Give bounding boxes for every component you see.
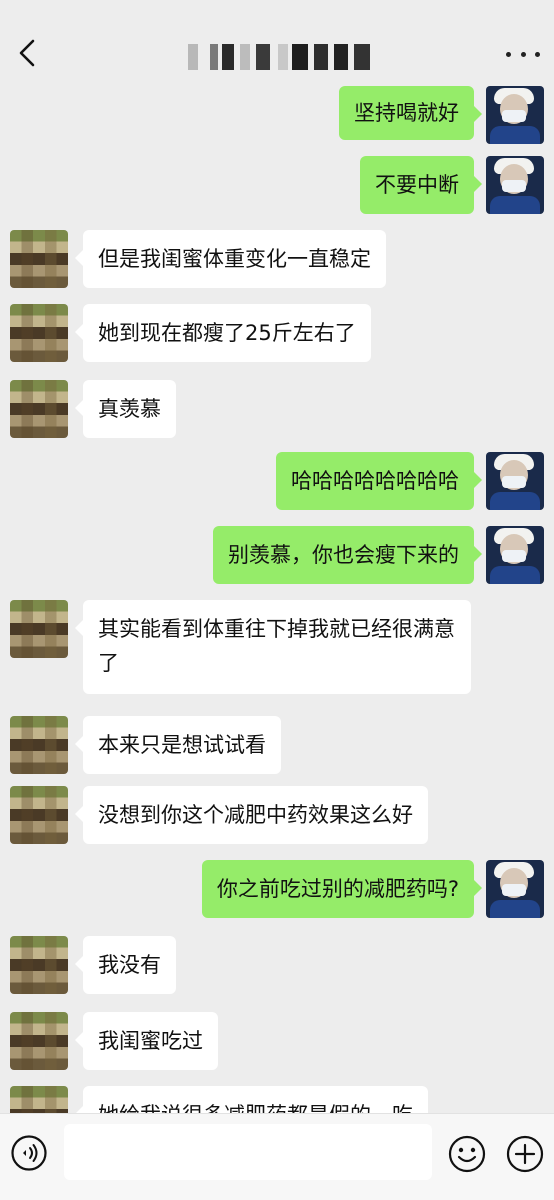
contact-avatar[interactable] [10,716,68,774]
chat-title [188,44,378,70]
message-bubble[interactable]: 没想到你这个减肥中药效果这么好 [75,786,428,844]
message-bubble[interactable]: 真羡慕 [75,380,176,438]
more-dots-icon[interactable] [506,46,540,62]
message-bubble[interactable]: 她给我说很多减肥药都是假的，吃 [75,1086,428,1114]
chat-header [0,0,554,90]
message-bubble[interactable]: 坚持喝就好 [339,86,482,140]
message-bubble[interactable]: 但是我闺蜜体重变化一直稳定 [75,230,386,288]
my-avatar[interactable] [486,526,544,584]
my-avatar[interactable] [486,452,544,510]
plus-icon[interactable] [505,1134,545,1174]
message-bubble[interactable]: 不要中断 [360,156,482,214]
contact-avatar[interactable] [10,936,68,994]
contact-avatar[interactable] [10,230,68,288]
message-bubble[interactable]: 别羡慕，你也会瘦下来的 [213,526,482,584]
message-bubble[interactable]: 哈哈哈哈哈哈哈哈 [276,452,482,510]
contact-avatar[interactable] [10,600,68,658]
chat-input-bar [0,1113,554,1200]
message-bubble[interactable]: 其实能看到体重往下掉我就已经很满意了 [75,600,471,694]
message-bubble[interactable]: 你之前吃过别的减肥药吗? [201,860,483,918]
my-avatar[interactable] [486,86,544,144]
message-bubble[interactable]: 她到现在都瘦了25斤左右了 [75,304,371,362]
contact-avatar[interactable] [10,304,68,362]
contact-avatar[interactable] [10,380,68,438]
chevron-left-icon[interactable] [12,36,42,70]
my-avatar[interactable] [486,156,544,214]
message-bubble[interactable]: 我没有 [75,936,176,994]
message-bubble[interactable]: 本来只是想试试看 [75,716,281,774]
contact-avatar[interactable] [10,786,68,844]
voice-icon[interactable] [10,1134,48,1172]
message-bubble[interactable]: 我闺蜜吃过 [75,1012,218,1070]
emoji-icon[interactable] [447,1134,487,1174]
contact-avatar[interactable] [10,1012,68,1070]
message-input[interactable] [64,1124,432,1180]
message-list[interactable]: 坚持喝就好 不要中断 但是我闺蜜体重变化一直稳定 她到现在都瘦了25斤左右了 真… [0,84,554,1114]
contact-avatar[interactable] [10,1086,68,1114]
my-avatar[interactable] [486,860,544,918]
